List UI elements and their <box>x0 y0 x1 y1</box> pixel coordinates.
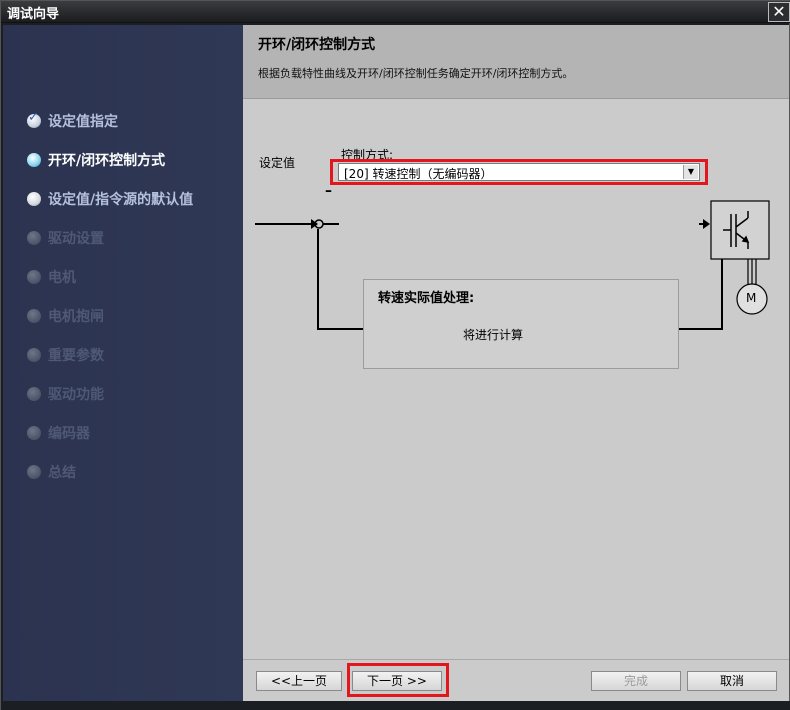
page-header: 开环/闭环控制方式 根据负载特性曲线及开环/闭环控制任务确定开环/闭环控制方式。 <box>243 25 789 99</box>
step-label: 总结 <box>48 465 76 481</box>
cancel-button[interactable]: 取消 <box>687 671 777 691</box>
title-bar: 调试向导 ✕ <box>1 1 790 23</box>
setpoint-label: 设定值 <box>259 156 296 170</box>
speed-actual-processing-box: 转速实际值处理: 将进行计算 <box>363 279 679 369</box>
control-diagram: 设定值 控制方式: – M [20] 转速控制（无编码器） ▼ 转速实际值处理:… <box>243 99 789 659</box>
window-bottom-border <box>1 701 790 710</box>
prev-button[interactable]: <<上一页 <box>256 671 342 691</box>
motor-label: M <box>746 291 757 305</box>
step-circle-icon <box>27 387 41 401</box>
step-circle-icon <box>27 309 41 323</box>
step-circle-icon <box>27 231 41 245</box>
step-circle-icon <box>27 426 41 440</box>
step-label: 电机抱闸 <box>48 309 104 325</box>
step-circle-icon <box>27 465 41 479</box>
feedback-line-left <box>317 229 363 330</box>
step-control-mode[interactable]: 开环/闭环控制方式 <box>27 149 165 171</box>
inverter-arrow-icon <box>703 219 710 229</box>
step-label: 开环/闭环控制方式 <box>48 153 166 169</box>
step-circle-icon <box>27 192 41 206</box>
step-label: 重要参数 <box>48 348 104 364</box>
inverter-block <box>710 200 770 260</box>
page-title: 开环/闭环控制方式 <box>258 37 376 53</box>
wizard-steps-sidebar: ✓ 设定值指定 开环/闭环控制方式 设定值/指令源的默认值 驱动设置 电机 电机… <box>3 25 243 701</box>
step-label: 设定值指定 <box>48 114 118 130</box>
step-circle-icon <box>27 270 41 284</box>
wizard-window: 调试向导 ✕ ✓ 设定值指定 开环/闭环控制方式 设定值/指令源的默认值 驱动设… <box>0 0 790 710</box>
step-encoder: 编码器 <box>27 422 90 444</box>
content-panel: 开环/闭环控制方式 根据负载特性曲线及开环/闭环控制任务确定开环/闭环控制方式。 <box>243 25 789 701</box>
step-setpoint-spec[interactable]: ✓ 设定值指定 <box>27 110 118 132</box>
feedback-line-right <box>679 259 723 330</box>
speed-processing-value: 将进行计算 <box>463 328 524 342</box>
close-button[interactable]: ✕ <box>768 2 790 22</box>
wizard-footer: <<上一页 下一页 >> 完成 取消 <box>243 659 789 701</box>
step-motor-brake: 电机抱闸 <box>27 305 104 327</box>
current-step-icon <box>27 153 41 167</box>
step-label: 设定值/指令源的默认值 <box>48 192 194 208</box>
page-description: 根据负载特性曲线及开环/闭环控制任务确定开环/闭环控制方式。 <box>258 67 574 80</box>
step-drive-functions: 驱动功能 <box>27 383 104 405</box>
highlight-control-mode <box>330 159 708 185</box>
step-label: 驱动设置 <box>48 231 104 247</box>
speed-processing-title: 转速实际值处理: <box>378 291 475 306</box>
minus-sign: – <box>325 183 332 199</box>
step-important-params: 重要参数 <box>27 344 104 366</box>
step-label: 编码器 <box>48 426 90 442</box>
highlight-next <box>347 663 449 697</box>
step-drive-settings: 驱动设置 <box>27 227 104 249</box>
check-circle-icon: ✓ <box>27 110 41 128</box>
step-label: 电机 <box>48 270 76 286</box>
motor-cable-lines <box>747 259 757 287</box>
step-motor: 电机 <box>27 266 76 288</box>
step-setpoint-defaults[interactable]: 设定值/指令源的默认值 <box>27 188 193 210</box>
step-label: 驱动功能 <box>48 387 104 403</box>
step-summary: 总结 <box>27 461 76 483</box>
close-icon: ✕ <box>772 2 786 21</box>
step-circle-icon <box>27 348 41 362</box>
window-title: 调试向导 <box>7 7 60 22</box>
finish-button: 完成 <box>591 671 681 691</box>
